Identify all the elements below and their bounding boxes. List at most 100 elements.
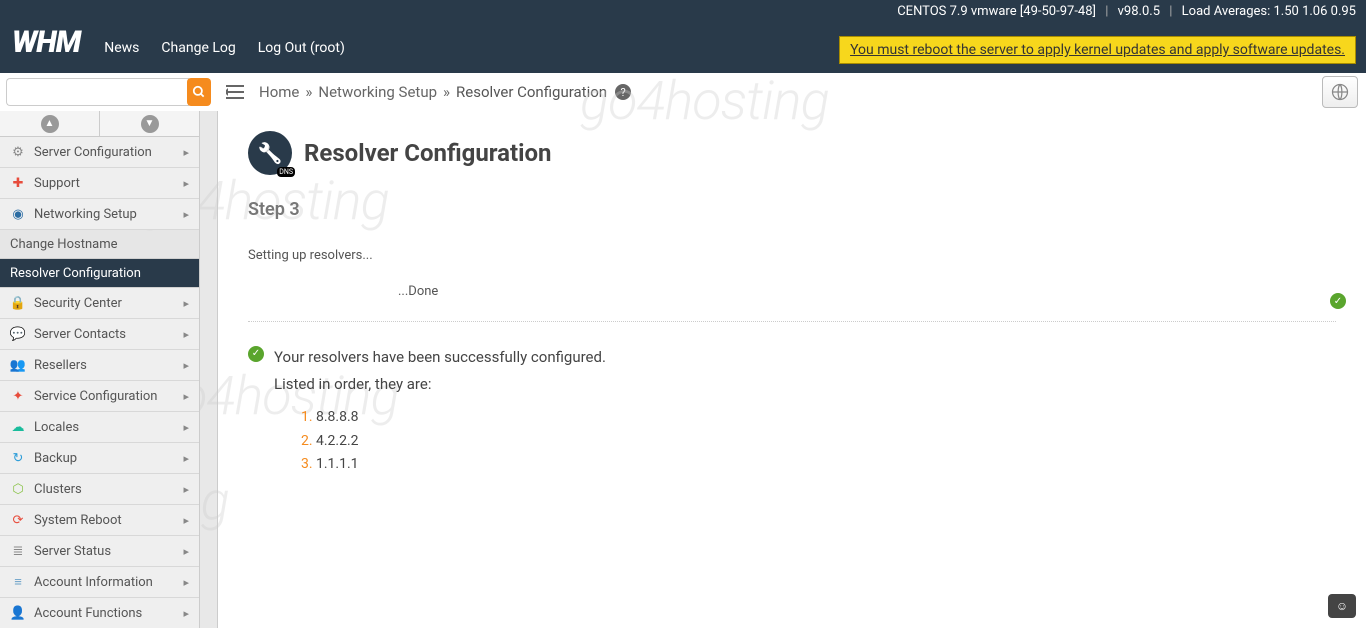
top-header: WHM News Change Log Log Out (root) CENTO…: [0, 0, 1366, 73]
page-title: Resolver Configuration: [304, 139, 552, 167]
whm-logo: WHM: [12, 25, 80, 60]
sidebar-item-icon: 💬: [8, 326, 28, 342]
chevron-right-icon: ▸: [183, 421, 189, 434]
sidebar-item-icon: ≣: [8, 543, 28, 559]
sidebar-item[interactable]: 🔒 Security Center ▸: [0, 288, 199, 319]
chevron-up-icon: ▲: [41, 115, 59, 133]
load-label: Load Averages:: [1182, 4, 1271, 19]
collapse-all-button[interactable]: ▼: [100, 111, 199, 136]
sidebar: ▲ ▼ ⚙ Server Configuration ▸ ✚ Support ▸…: [0, 111, 200, 628]
search-wrap: [0, 74, 217, 110]
sidebar-item[interactable]: 👥 Resellers ▸: [0, 350, 199, 381]
sidebar-item[interactable]: ✚ Support ▸: [0, 168, 199, 199]
resolver-list: 8.8.8.84.2.2.21.1.1.1: [316, 406, 606, 477]
sidebar-item-icon: ◉: [8, 206, 28, 222]
terminal-done: ...Done: [248, 274, 1336, 310]
terminal-line: Setting up resolvers...: [248, 248, 373, 263]
sidebar-item[interactable]: ⬡ Clusters ▸: [0, 474, 199, 505]
sidebar-item-icon: ≡: [8, 574, 28, 590]
sidebar-item-icon: ☁: [8, 419, 28, 435]
sidebar-item-icon: ⬡: [8, 481, 28, 497]
sidebar-scrollbar-track[interactable]: [200, 111, 218, 628]
sidebar-item-label: Locales: [34, 420, 79, 435]
sidebar-item-icon: ✦: [8, 388, 28, 404]
search-input[interactable]: [6, 78, 189, 106]
breadcrumb-section[interactable]: Networking Setup: [318, 83, 437, 101]
expand-all-button[interactable]: ▲: [0, 111, 100, 136]
sidebar-item-label: Server Status: [34, 544, 111, 559]
server-status-bar: CENTOS 7.9 vmware [49-50-97-48] | v98.0.…: [897, 4, 1356, 19]
terminal-output: Setting up resolvers... ...Done: [248, 238, 1336, 322]
sidebar-item[interactable]: 👤 Account Functions ▸: [0, 598, 199, 628]
breadcrumb-current: Resolver Configuration: [456, 83, 607, 101]
top-nav: News Change Log Log Out (root): [104, 40, 345, 56]
dns-badge: DNS: [277, 167, 295, 177]
chevron-right-icon: ▸: [183, 146, 189, 159]
nav-logout[interactable]: Log Out (root): [258, 40, 345, 56]
chevron-right-icon: ▸: [183, 328, 189, 341]
reboot-notice-banner[interactable]: You must reboot the server to apply kern…: [839, 36, 1356, 64]
chevron-right-icon: ▸: [183, 177, 189, 190]
sidebar-item[interactable]: 💬 Server Contacts ▸: [0, 319, 199, 350]
sidebar-item[interactable]: ⚙ Server Configuration ▸: [0, 137, 199, 168]
sidebar-item-icon: ⟳: [8, 512, 28, 528]
listed-label: Listed in order, they are:: [274, 371, 606, 398]
chevron-right-icon: ▸: [183, 359, 189, 372]
chat-bubble-button[interactable]: ☺: [1328, 594, 1356, 618]
resolver-entry: 1.1.1.1: [316, 453, 606, 477]
sidebar-item-label: Networking Setup: [34, 207, 137, 222]
nav-changelog[interactable]: Change Log: [161, 40, 235, 56]
resolver-entry: 4.2.2.2: [316, 430, 606, 454]
sidebar-item[interactable]: ⟳ System Reboot ▸: [0, 505, 199, 536]
sidebar-subitem[interactable]: Resolver Configuration: [0, 259, 199, 288]
sidebar-item-label: Server Configuration: [34, 145, 152, 160]
help-icon[interactable]: ?: [615, 84, 631, 100]
status-check-icon: ✓: [1330, 291, 1346, 309]
chevron-right-icon: ▸: [183, 208, 189, 221]
locale-button[interactable]: [1322, 76, 1358, 108]
menu-icon: [226, 85, 244, 99]
load-values: 1.50 1.06 0.95: [1274, 4, 1357, 19]
sidebar-subitem[interactable]: Change Hostname: [0, 230, 199, 259]
sidebar-item-icon: 👥: [8, 357, 28, 373]
sidebar-item[interactable]: ◉ Networking Setup ▸: [0, 199, 199, 230]
success-message: Your resolvers have been successfully co…: [274, 344, 606, 371]
os-label: CENTOS 7.9 vmware: [897, 4, 1016, 19]
sidebar-item-label: Backup: [34, 451, 77, 466]
chevron-right-icon: ▸: [183, 607, 189, 620]
sidebar-item-label: System Reboot: [34, 513, 122, 528]
sidebar-item[interactable]: ↻ Backup ▸: [0, 443, 199, 474]
server-id: [49-50-97-48]: [1020, 4, 1096, 19]
chevron-right-icon: ▸: [183, 545, 189, 558]
sidebar-item-icon: 👤: [8, 605, 28, 621]
search-icon: [192, 85, 206, 99]
sidebar-item-label: Security Center: [34, 296, 122, 311]
resolver-entry: 8.8.8.8: [316, 406, 606, 430]
sidebar-item-icon: ✚: [8, 175, 28, 191]
breadcrumb-home[interactable]: Home: [259, 83, 299, 101]
sidebar-item[interactable]: ≣ Server Status ▸: [0, 536, 199, 567]
menu-toggle-button[interactable]: [217, 85, 253, 99]
success-check-icon: ✓: [248, 346, 264, 362]
chevron-right-icon: ▸: [183, 390, 189, 403]
sidebar-item[interactable]: ☁ Locales ▸: [0, 412, 199, 443]
sidebar-item-label: Resellers: [34, 358, 87, 373]
search-button[interactable]: [187, 78, 211, 106]
sidebar-item-label: Account Information: [34, 575, 153, 590]
step-label: Step 3: [248, 199, 1336, 220]
sidebar-item-label: Account Functions: [34, 606, 142, 621]
chevron-down-icon: ▼: [141, 115, 159, 133]
sidebar-item[interactable]: ✦ Service Configuration ▸: [0, 381, 199, 412]
sidebar-item-icon: 🔒: [8, 295, 28, 311]
sidebar-item[interactable]: ≡ Account Information ▸: [0, 567, 199, 598]
sidebar-collapse-row: ▲ ▼: [0, 111, 199, 137]
nav-news[interactable]: News: [104, 40, 139, 56]
chevron-right-icon: ▸: [183, 297, 189, 310]
sidebar-item-label: Clusters: [34, 482, 82, 497]
sub-header: Home» Networking Setup» Resolver Configu…: [0, 73, 1366, 111]
sidebar-item-icon: ⚙: [8, 144, 28, 160]
sidebar-item-label: Server Contacts: [34, 327, 126, 342]
chevron-right-icon: ▸: [183, 576, 189, 589]
globe-icon: [1330, 82, 1350, 102]
chevron-right-icon: ▸: [183, 483, 189, 496]
